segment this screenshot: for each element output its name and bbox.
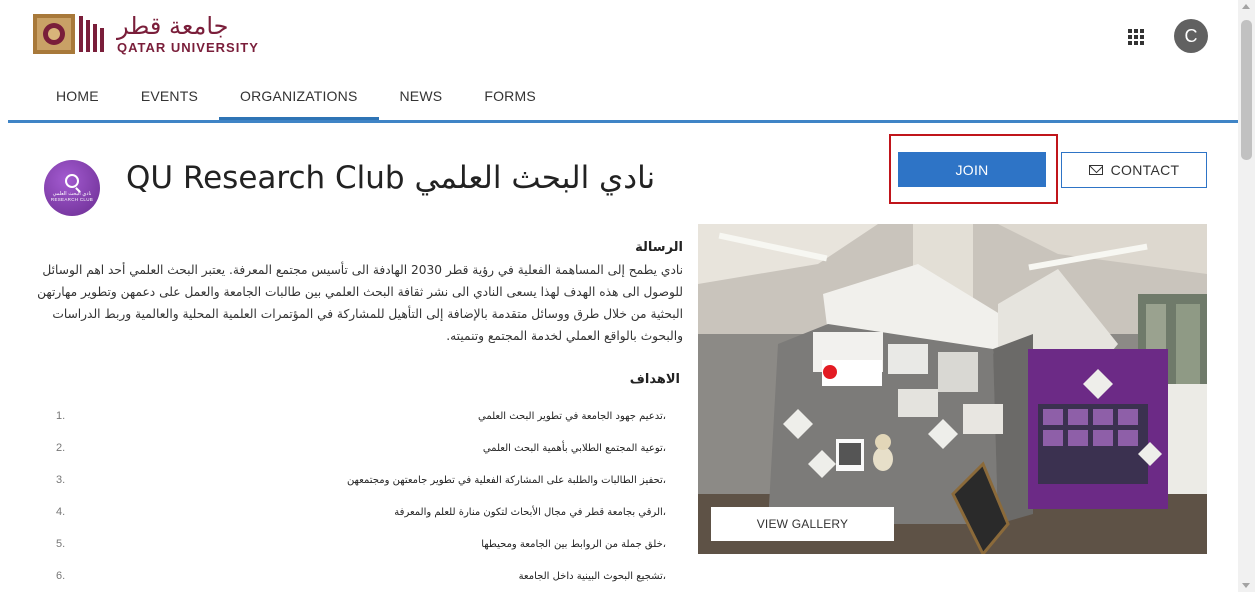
top-header: جامعة قطر QATAR UNIVERSITY C HOME EVENTS… xyxy=(0,0,1238,123)
page-scrollbar[interactable] xyxy=(1238,0,1255,592)
goal-number: 4. xyxy=(56,506,66,518)
nav-home[interactable]: HOME xyxy=(35,78,120,120)
logo-arabic-text: جامعة قطر xyxy=(117,12,229,40)
list-item: 4. ،الرقي بجامعة قطر في مجال الأبحاث لتك… xyxy=(26,496,676,528)
goal-number: 1. xyxy=(56,410,66,422)
club-logo-english: RESEARCH CLUB xyxy=(50,197,94,202)
mission-section: الرسالة نادي يطمح إلى المساهمة الفعلية ف… xyxy=(26,240,683,347)
view-gallery-button[interactable]: VIEW GALLERY xyxy=(711,507,894,541)
scroll-up-arrow-icon[interactable] xyxy=(1242,4,1250,9)
nav-events[interactable]: EVENTS xyxy=(120,78,219,120)
magnifier-icon xyxy=(65,174,79,188)
contact-button[interactable]: CONTACT xyxy=(1061,152,1207,188)
main-nav: HOME EVENTS ORGANIZATIONS NEWS FORMS xyxy=(35,78,557,122)
goal-text: ،تشجيع البحوث البينية داخل الجامعة xyxy=(518,570,666,582)
club-booth-photo xyxy=(698,224,1207,554)
list-item: 3. ،تحفيز الطالبات والطلبة على المشاركة … xyxy=(26,464,676,496)
nav-organizations[interactable]: ORGANIZATIONS xyxy=(219,78,379,120)
mail-icon xyxy=(1088,165,1103,175)
scroll-thumb[interactable] xyxy=(1241,20,1252,160)
list-item: 1. ،تدعيم جهود الجامعة في تطوير البحث ال… xyxy=(26,400,676,432)
list-item: 5. ،خلق جملة من الروابط بين الجامعة ومحي… xyxy=(26,528,676,560)
goal-number: 6. xyxy=(56,570,66,582)
contact-button-label: CONTACT xyxy=(1110,162,1180,178)
logo-english-text: QATAR UNIVERSITY xyxy=(117,40,259,55)
goal-number: 5. xyxy=(56,538,66,550)
nav-divider xyxy=(8,120,1238,123)
nav-forms[interactable]: FORMS xyxy=(463,78,557,120)
goal-number: 3. xyxy=(56,474,66,486)
mission-heading: الرسالة xyxy=(635,240,683,255)
university-emblem-icon xyxy=(33,12,109,56)
list-item: 6. ،تشجيع البحوث البينية داخل الجامعة xyxy=(26,560,676,592)
user-avatar[interactable]: C xyxy=(1174,19,1208,53)
goal-text: ،الرقي بجامعة قطر في مجال الأبحاث لتكون … xyxy=(394,506,666,518)
goal-number: 2. xyxy=(56,442,66,454)
join-button[interactable]: JOIN xyxy=(898,152,1046,187)
goal-text: ،توعية المجتمع الطلابي بأهمية البحث العل… xyxy=(482,442,666,454)
nav-news[interactable]: NEWS xyxy=(379,78,464,120)
goal-text: ،تحفيز الطالبات والطلبة على المشاركة الف… xyxy=(346,474,666,486)
qatar-university-logo[interactable]: جامعة قطر QATAR UNIVERSITY xyxy=(33,10,273,58)
scroll-down-arrow-icon[interactable] xyxy=(1242,583,1250,588)
page-title: QU Research Club نادي البحث العلمي xyxy=(126,160,656,196)
club-logo: نادي البحث العلمي RESEARCH CLUB xyxy=(44,160,100,216)
goals-list: 1. ،تدعيم جهود الجامعة في تطوير البحث ال… xyxy=(26,400,676,592)
apps-grid-icon[interactable] xyxy=(1128,29,1144,45)
list-item: 2. ،توعية المجتمع الطلابي بأهمية البحث ا… xyxy=(26,432,676,464)
goal-text: ،خلق جملة من الروابط بين الجامعة ومحيطها xyxy=(481,538,666,550)
goal-text: ،تدعيم جهود الجامعة في تطوير البحث العلم… xyxy=(477,410,666,422)
mission-body: نادي يطمح إلى المساهمة الفعلية في رؤية ق… xyxy=(37,263,683,343)
goals-heading: الاهداف xyxy=(629,372,680,387)
